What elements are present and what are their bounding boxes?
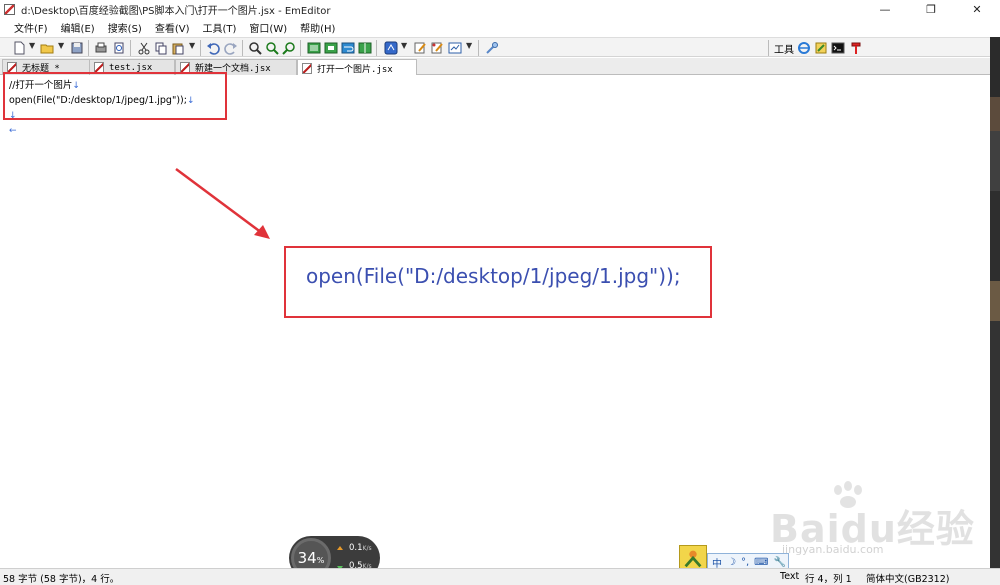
command-prompt-icon[interactable] <box>831 41 845 55</box>
toolbar-separator <box>300 40 301 56</box>
window-controls: — ❐ ✕ <box>862 0 1000 18</box>
hammer-icon[interactable] <box>849 41 863 55</box>
undo-icon[interactable] <box>206 41 220 55</box>
baidu-paw-icon <box>834 481 862 508</box>
redo-icon[interactable] <box>224 41 238 55</box>
vertical-scrollbar[interactable] <box>990 37 1000 568</box>
menu-edit[interactable]: 编辑(E) <box>61 20 95 35</box>
upload-rate: 0.1K/s <box>349 543 372 553</box>
minimize-button[interactable]: — <box>862 0 908 18</box>
copy-icon[interactable] <box>154 41 168 55</box>
full-screen-icon[interactable] <box>324 41 338 55</box>
run-macro-icon[interactable] <box>430 41 444 55</box>
wrap-icon[interactable] <box>341 41 355 55</box>
new-file-dropdown-icon[interactable]: ▼ <box>29 41 35 50</box>
external-tool-icon[interactable] <box>814 41 828 55</box>
find-icon[interactable] <box>248 41 262 55</box>
memory-percent: 34 <box>297 549 317 567</box>
status-file-info: 58 字节 (58 字节)，4 行。 <box>3 574 120 585</box>
macro-settings-dropdown-icon[interactable]: ▼ <box>466 41 472 50</box>
menu-help[interactable]: 帮助(H) <box>300 20 335 35</box>
print-preview-icon[interactable] <box>112 41 126 55</box>
ime-punctuation-icon[interactable]: °, <box>741 557 749 568</box>
toolbar-separator <box>376 40 377 56</box>
menu-tools[interactable]: 工具(T) <box>203 20 237 35</box>
new-file-icon[interactable] <box>12 41 26 55</box>
toolbar-separator <box>200 40 201 56</box>
open-file-dropdown-icon[interactable]: ▼ <box>58 41 64 50</box>
internet-explorer-icon[interactable] <box>797 41 811 55</box>
find-next-icon[interactable] <box>265 41 279 55</box>
menu-search[interactable]: 搜索(S) <box>108 20 142 35</box>
maximize-button[interactable]: ❐ <box>908 0 954 18</box>
toolbar-separator <box>768 40 769 56</box>
ime-tools-icon[interactable]: 🔧 <box>774 557 786 568</box>
macro-dropdown-icon[interactable]: ▼ <box>401 41 407 50</box>
status-encoding[interactable]: 简体中文(GB2312) <box>866 571 949 585</box>
toolbar-separator <box>478 40 479 56</box>
menu-view[interactable]: 查看(V) <box>155 20 190 35</box>
menu-bar: 文件(F) 编辑(E) 搜索(S) 查看(V) 工具(T) 窗口(W) 帮助(H… <box>0 18 1000 36</box>
emeditor-app-icon[interactable] <box>4 3 15 15</box>
end-of-file-mark: ← <box>9 126 17 136</box>
toolbar-separator <box>242 40 243 56</box>
menu-file[interactable]: 文件(F) <box>14 20 48 35</box>
tab-label: 打开一个图片.jsx <box>317 64 393 75</box>
ime-keyboard-icon[interactable]: ⌨ <box>754 557 768 568</box>
paste-dropdown-icon[interactable]: ▼ <box>189 41 195 50</box>
print-icon[interactable] <box>94 41 108 55</box>
percent-sign: % <box>316 555 325 565</box>
upload-arrow-icon <box>337 546 343 550</box>
upload-rate-value: 0.1 <box>349 543 363 553</box>
paste-icon[interactable] <box>171 41 185 55</box>
menu-window[interactable]: 窗口(W) <box>249 20 287 35</box>
save-icon[interactable] <box>70 41 84 55</box>
status-bar: 58 字节 (58 字节)，4 行。 Text 行 4，列 1 简体中文(GB2… <box>0 568 1000 585</box>
toolbar: ▼ ▼ ▼ ▼ ▼ 工具 <box>0 37 1000 57</box>
annotation-arrow-icon <box>175 167 270 239</box>
upload-rate-unit: K/s <box>362 545 372 552</box>
close-button[interactable]: ✕ <box>954 0 1000 18</box>
tab-open-image-jsx[interactable]: 打开一个图片.jsx <box>297 59 417 76</box>
status-text-mode[interactable]: Text <box>780 571 799 582</box>
toolbar-separator <box>130 40 131 56</box>
status-cursor-position[interactable]: 行 4，列 1 <box>805 571 852 585</box>
document-icon <box>302 62 312 74</box>
macro-icon[interactable] <box>384 41 398 55</box>
cut-icon[interactable] <box>137 41 151 55</box>
plugin-icon[interactable] <box>485 41 499 55</box>
record-macro-icon[interactable] <box>413 41 427 55</box>
annotation-callout-text: open(File("D:/desktop/1/jpeg/1.jpg")); <box>306 264 681 288</box>
annotation-highlight-box <box>3 72 227 120</box>
watermark-url: jingyan.baidu.com <box>782 543 884 556</box>
emeditor-window: d:\Desktop\百度经验截图\PS脚本入门\打开一个图片.jsx - Em… <box>0 0 1000 585</box>
find-previous-icon[interactable] <box>282 41 296 55</box>
toolbar-separator <box>88 40 89 56</box>
tab-label: test.jsx <box>109 62 153 73</box>
macro-settings-icon[interactable] <box>448 41 462 55</box>
open-file-icon[interactable] <box>40 41 54 55</box>
tools-toolbar-label: 工具 <box>774 45 794 56</box>
ime-half-width-icon[interactable]: ☽ <box>727 557 736 568</box>
split-window-icon[interactable] <box>358 41 372 55</box>
title-bar: d:\Desktop\百度经验截图\PS脚本入门\打开一个图片.jsx - Em… <box>0 0 1000 18</box>
window-title: d:\Desktop\百度经验截图\PS脚本入门\打开一个图片.jsx - Em… <box>21 5 331 17</box>
line-view-icon[interactable] <box>307 41 321 55</box>
baidu-watermark: Baidu经验 jingyan.baidu.com <box>770 490 974 560</box>
